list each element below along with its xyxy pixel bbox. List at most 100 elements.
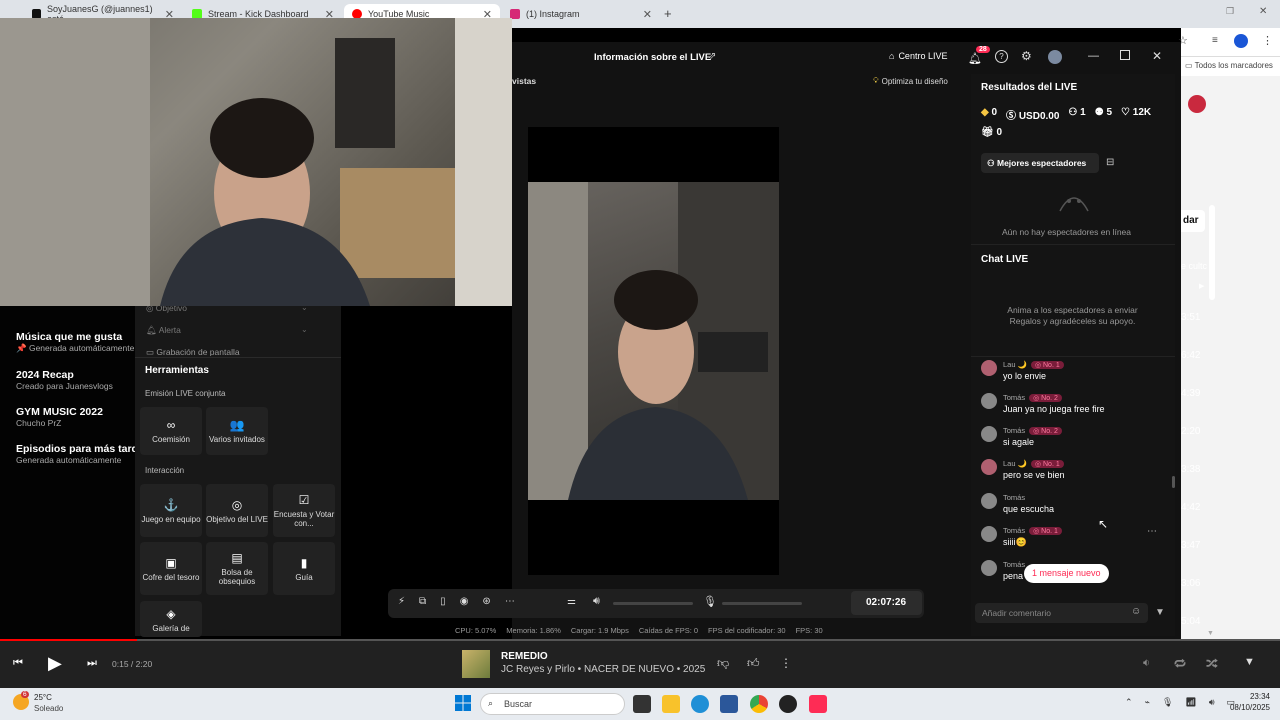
window-restore-icon[interactable]: ❐ <box>1226 6 1234 17</box>
reading-list-icon[interactable]: ≡ <box>1212 35 1218 46</box>
close-icon[interactable]: ✕ <box>643 8 652 21</box>
mic-volume-slider[interactable] <box>722 602 802 605</box>
live-info-title[interactable]: Información sobre el LIVE <box>594 52 711 63</box>
export-icon[interactable]: ⊟ <box>1106 157 1114 168</box>
tiktok-live-studio-icon[interactable] <box>809 695 827 713</box>
close-window-icon[interactable]: ✕ <box>1152 49 1162 63</box>
center-live-button[interactable]: ⌂ Centro LIVE <box>889 51 947 61</box>
speaker-volume-slider[interactable] <box>613 602 693 605</box>
filter-icon[interactable]: ▼ <box>1155 607 1165 618</box>
playlist-item[interactable]: Música que me gusta 📌 Generada automátic… <box>16 331 134 354</box>
tool-guide[interactable]: ▮ Guía <box>273 542 335 595</box>
volume-icon[interactable]: 🔉︎ <box>1143 657 1150 670</box>
album-art[interactable] <box>462 650 490 678</box>
chrome-icon[interactable] <box>750 695 768 713</box>
comment-placeholder[interactable]: Añadir comentario <box>982 608 1051 618</box>
chat-message[interactable]: Tomás ◎ No. 2 Juan ya no juega free fire <box>981 393 1171 421</box>
chat-message[interactable]: Lau 🌙 ◎ No. 1 yo lo envie <box>981 360 1171 388</box>
chat-message[interactable]: Tomás ◎ No. 1 siiii😊 ⋯ <box>981 526 1171 554</box>
tool-poll[interactable]: ☑ Encuesta y Votar con... <box>273 484 335 537</box>
help-icon[interactable]: ? <box>995 50 1008 63</box>
maximize-icon[interactable] <box>1120 50 1130 60</box>
minimize-icon[interactable]: — <box>1088 50 1099 62</box>
studio-avatar[interactable] <box>1048 50 1062 64</box>
kick-dar-button[interactable]: dar <box>1181 210 1205 232</box>
microphone-icon[interactable]: 🎙︎ <box>703 595 717 608</box>
kick-user-avatar[interactable] <box>1188 95 1206 113</box>
store-icon[interactable] <box>720 695 738 713</box>
shuffle-icon[interactable]: 🔀︎ <box>1206 656 1218 673</box>
wifi-icon[interactable]: 📶︎ <box>1185 697 1196 708</box>
weather-temp[interactable]: 25°C <box>34 693 52 702</box>
task-view-icon[interactable] <box>633 695 651 713</box>
chevron-down-icon[interactable]: ⌄ <box>301 325 308 334</box>
portrait-icon[interactable]: ▯ <box>440 596 446 607</box>
kick-scrollbar[interactable] <box>1209 205 1215 300</box>
tray-chevron-icon[interactable]: ⌃ <box>1125 697 1133 708</box>
tool-multi-guest[interactable]: 👥 Varios invitados <box>206 407 268 455</box>
dislike-icon[interactable]: 👎︎ <box>717 656 729 671</box>
screen-recording-item[interactable]: ▭ Grabación de pantalla <box>146 347 240 356</box>
song-title[interactable]: REMEDIO <box>501 651 548 662</box>
new-message-pill[interactable]: 1 mensaje nuevo <box>1024 564 1109 583</box>
top-viewers-button[interactable]: ⚇ Mejores espectadores <box>981 153 1099 173</box>
profile-avatar[interactable] <box>1234 34 1248 48</box>
optimize-design-button[interactable]: 💡︎ Optimiza tu diseño <box>873 76 948 86</box>
tool-treasure-chest[interactable]: ▣ Cofre del tesoro <box>140 542 202 595</box>
chat-scrollbar[interactable] <box>1172 476 1175 488</box>
tool-live-goal[interactable]: ◎ Objetivo del LIVE <box>206 484 268 537</box>
expand-player-icon[interactable]: ▼ <box>1244 656 1255 668</box>
clock-time[interactable]: 23:34 <box>1230 692 1270 701</box>
rotate-icon[interactable]: ⊛ <box>482 596 490 607</box>
message-more-icon[interactable]: ⋯ <box>1147 526 1157 537</box>
window-close-icon[interactable]: ✕ <box>1259 6 1267 17</box>
browser-menu-icon[interactable]: ⋮ <box>1262 34 1273 47</box>
playlist-item[interactable]: GYM MUSIC 2022 Chucho PrZ <box>16 406 103 429</box>
crop-icon[interactable]: ⧉ <box>419 596 426 607</box>
tool-team-game[interactable]: ⚓ Juego en equipo <box>140 484 202 537</box>
previous-track-icon[interactable]: ⏮ <box>13 657 23 670</box>
obs-icon[interactable] <box>779 695 797 713</box>
bell-icon[interactable]: 🔔︎ <box>968 52 982 65</box>
play-icon[interactable]: ▶ <box>48 653 62 674</box>
song-artist[interactable]: JC Reyes y Pirlo • NACER DE NUEVO • 2025 <box>501 664 705 675</box>
settings-gear-icon[interactable]: ⚙ <box>1021 49 1032 63</box>
tool-gift-bag[interactable]: ▤ Bolsa de obsequios <box>206 542 268 595</box>
weather-desc[interactable]: Soleado <box>34 704 63 713</box>
side-tab-label[interactable]: vistas <box>512 76 536 86</box>
next-track-icon[interactable]: ⏭ <box>87 657 97 670</box>
taskbar-search-box[interactable] <box>480 693 625 715</box>
mixer-icon[interactable]: ⚌ <box>567 596 576 607</box>
more-icon[interactable]: ⋯ <box>505 596 515 607</box>
scroll-down-icon[interactable]: ▼ <box>1207 630 1214 637</box>
speaker-icon[interactable]: 🔊︎ <box>593 595 600 608</box>
share-icon[interactable]: ⇗ <box>708 51 716 62</box>
new-tab-button[interactable]: + <box>664 6 672 21</box>
network-icon[interactable]: ⌁ <box>1145 697 1150 708</box>
file-explorer-icon[interactable] <box>662 695 680 713</box>
tool-gallery[interactable]: ◈ Galería de <box>140 601 202 637</box>
record-icon[interactable]: ◉ <box>460 596 469 607</box>
playlist-item[interactable]: 2024 Recap Creado para Juanesvlogs <box>16 369 113 392</box>
edge-icon[interactable] <box>691 695 709 713</box>
all-bookmarks-link[interactable]: ▭ Todos los marcadores <box>1185 61 1273 70</box>
tab-instagram[interactable]: (1) Instagram ✕ <box>502 4 660 24</box>
like-icon[interactable]: 👍︎ <box>747 656 760 671</box>
chat-message[interactable]: Lau 🌙 ◎ No. 1 pero se ve bien <box>981 459 1171 487</box>
mic-tray-icon[interactable]: 🎙︎ <box>1162 697 1173 708</box>
more-options-icon[interactable]: ⋮ <box>780 656 792 670</box>
chat-message[interactable]: Tomás ◎ No. 2 si agale <box>981 426 1171 454</box>
windows-start-icon[interactable] <box>455 695 471 711</box>
search-placeholder[interactable]: Buscar <box>504 699 532 709</box>
volume-tray-icon[interactable]: 🔊︎ <box>1209 697 1215 708</box>
repeat-icon[interactable]: 🔁︎ <box>1174 656 1186 673</box>
tool-coemision[interactable]: ∞ Coemisión <box>140 407 202 455</box>
emoji-icon[interactable]: ☺ <box>1131 606 1141 617</box>
chat-message[interactable]: Tomás que escucha <box>981 493 1171 521</box>
chevron-right-icon[interactable]: ▶ <box>1199 282 1204 290</box>
magic-wand-icon[interactable]: ⚡︎ <box>398 596 405 607</box>
diamond-icon: ◆ <box>981 107 989 118</box>
playlist-item[interactable]: Episodios para más tarde Generada automá… <box>16 443 144 466</box>
clock-date[interactable]: 08/10/2025 <box>1222 703 1270 712</box>
alert-item[interactable]: 🔔︎ Alerta <box>146 325 181 336</box>
